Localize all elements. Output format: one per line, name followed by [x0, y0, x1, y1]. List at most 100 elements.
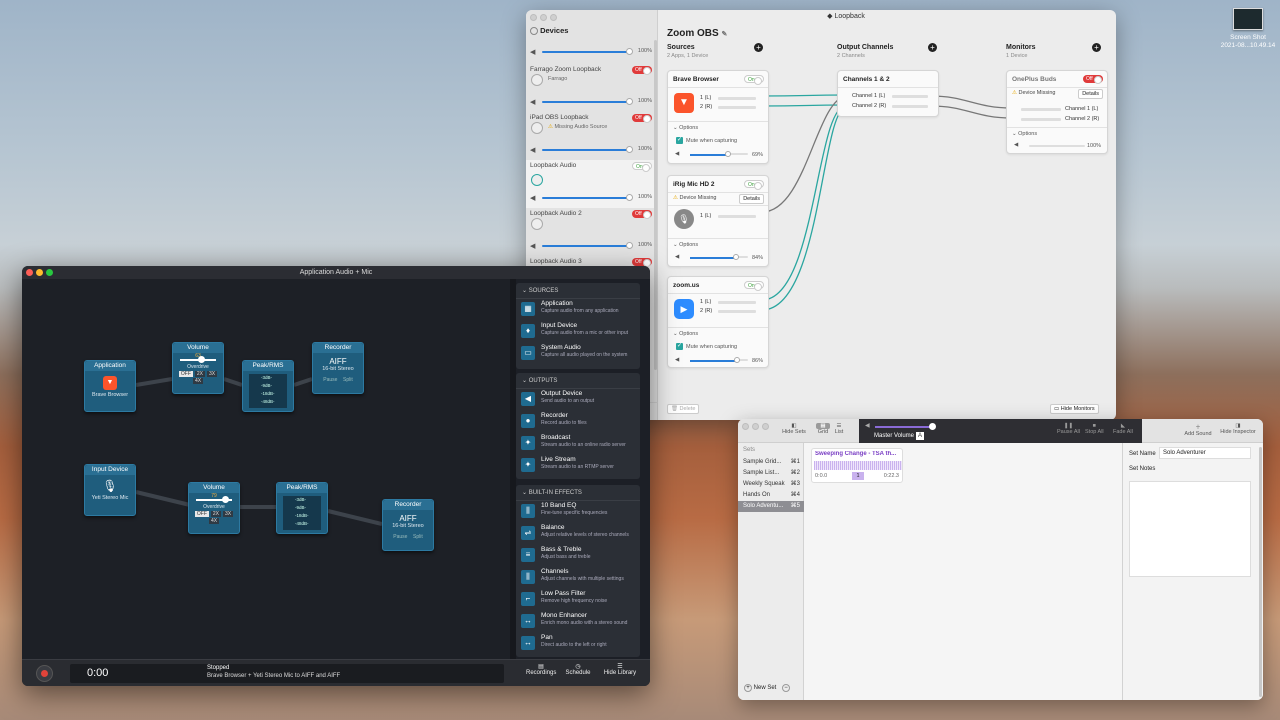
mute-checkbox[interactable]: ✓ [676, 343, 683, 350]
output-channel-card[interactable]: Channels 1 & 2 Channel 1 (L) Channel 2 (… [837, 70, 939, 117]
fade-all-button[interactable]: ◣ Fade All [1113, 423, 1133, 435]
window-title: Application Audio + Mic [22, 266, 650, 279]
channels-icon: ⫼ [521, 570, 535, 584]
set-item-selected[interactable]: Solo Adventu... ⌘5 [738, 501, 804, 512]
library-item-balance[interactable]: ⇌ Balance Adjust relative levels of stereo… [516, 523, 640, 545]
split-button[interactable]: Split [343, 377, 353, 383]
options-disclosure[interactable]: ⌄ Options [673, 125, 698, 131]
source-card-zoom[interactable]: zoom.us On ▶ 1 (L) 2 (R) ⌄ Options ✓ Mut… [667, 276, 769, 368]
inspector-panel: Set Name Solo Adventurer Set Notes [1122, 443, 1263, 700]
details-button[interactable]: Details [1078, 89, 1103, 99]
options-disclosure[interactable]: ⌄ Options [673, 242, 698, 248]
desktop-screenshot-file[interactable]: Screen Shot 2021-08...10.49.14 [1218, 8, 1278, 50]
record-button[interactable] [36, 665, 53, 682]
volume-block[interactable]: Volume 79 Overdrive OFF 2X 3X4X [188, 482, 240, 534]
set-notes-field[interactable] [1129, 481, 1251, 577]
hide-monitors-button[interactable]: ▭ Hide Monitors [1050, 404, 1099, 414]
close-button[interactable] [26, 269, 33, 276]
pan-icon: ↔ [521, 636, 535, 650]
hide-library-button[interactable]: ☰ Hide Library [600, 663, 640, 676]
options-disclosure[interactable]: ⌄ Options [673, 331, 698, 337]
library-item-recorder[interactable]: ● Recorder Record audio to files [516, 411, 640, 433]
new-set-button[interactable]: + New Set − [744, 684, 791, 692]
volume-slider[interactable] [733, 254, 739, 260]
recorder-block[interactable]: Recorder AIFF 16-bit Stereo Pause Split [312, 342, 364, 394]
pause-button[interactable]: Pause [323, 377, 337, 383]
library-item-broadcast[interactable]: ✦ Broadcast Stream audio to an online radi… [516, 433, 640, 455]
source-switch[interactable]: On [744, 180, 764, 190]
library-item-output-device[interactable]: ◀ Output Device Send audio to an output [516, 389, 640, 411]
microphone-icon: 🎙 [674, 209, 694, 229]
speaker-icon: ◀ [1014, 142, 1019, 148]
overdrive-segmented-control[interactable]: OFF 2X 3X4X [189, 510, 239, 524]
hide-inspector-button[interactable]: ◨ Hide Inspector [1218, 423, 1258, 435]
speaker-icon: ◀ [521, 392, 535, 406]
library-item-live-stream[interactable]: ✦ Live Stream Stream audio to an RTMP serv… [516, 455, 640, 477]
volume-slider[interactable] [198, 356, 205, 363]
source-card-irig[interactable]: iRig Mic HD 2 On ⚠ Device Missing Detail… [667, 175, 769, 267]
stop-all-button[interactable]: ■ Stop All [1085, 423, 1104, 435]
master-volume-slider[interactable] [929, 423, 936, 430]
peak-rms-block[interactable]: Peak/RMS -3dB- -9dB- -18dB- -48dB- [276, 482, 328, 534]
list-view-button[interactable]: ☰ List [832, 423, 846, 435]
set-item[interactable]: Hands On ⌘4 [738, 490, 804, 501]
library-item-channels[interactable]: ⫼ Channels Adjust channels with multiple s… [516, 567, 640, 589]
library-item-low-pass[interactable]: ⌐ Low Pass Filter Remove high frequency no… [516, 589, 640, 611]
library-item-application[interactable]: ▦ Application Capture audio from any appli… [516, 299, 640, 321]
library-item-input-device[interactable]: ♦ Input Device Capture audio from a mic or… [516, 321, 640, 343]
a-badge[interactable]: A [916, 432, 924, 440]
volume-slider[interactable] [222, 496, 229, 503]
peak-rms-block[interactable]: Peak/RMS -3dB- -9dB- -18dB- -48dB- [242, 360, 294, 412]
set-name-field[interactable]: Solo Adventurer [1159, 447, 1251, 459]
level-meter: -3dB- -9dB- -18dB- -48dB- [249, 374, 287, 408]
display-icon: ▭ [521, 346, 535, 360]
set-item[interactable]: Weekly Squeak ⌘3 [738, 479, 804, 490]
schedule-button[interactable]: ◷ Schedule [563, 663, 593, 676]
set-item[interactable]: Sample List... ⌘2 [738, 468, 804, 479]
session-canvas[interactable]: Application ▼ Brave Browser Volume 63 Ov… [22, 279, 512, 659]
library-item-pan[interactable]: ↔ Pan Direct audio to the left or right [516, 633, 640, 655]
application-block[interactable]: Application ▼ Brave Browser [84, 360, 136, 412]
recorder-block[interactable]: Recorder AIFF 16-bit Stereo Pause Split [382, 499, 434, 551]
close-button[interactable] [742, 423, 749, 430]
minimize-button[interactable] [752, 423, 759, 430]
volume-slider[interactable] [725, 151, 731, 157]
details-button[interactable]: Details [739, 194, 764, 204]
library-item-system-audio[interactable]: ▭ System Audio Capture all audio played on… [516, 343, 640, 365]
add-sound-button[interactable]: ＋ Add Sound [1184, 423, 1212, 437]
speaker-icon: ◀ [865, 423, 870, 429]
zoom-button[interactable] [762, 423, 769, 430]
options-disclosure[interactable]: ⌄ Options [1012, 131, 1037, 137]
source-card-brave[interactable]: Brave Browser On ▼ 1 (L) 2 (R) ⌄ Options… [667, 70, 769, 164]
monitor-card[interactable]: OnePlus Buds Off ⚠ Device Missing Detail… [1006, 70, 1108, 154]
library-item-eq[interactable]: ⫼ 10 Band EQ Fine-tune specific frequencie… [516, 501, 640, 523]
library-item-bass-treble[interactable]: ≡ Bass & Treble Adjust bass and treble [516, 545, 640, 567]
source-switch[interactable]: On [744, 281, 764, 291]
monitor-switch[interactable]: Off [1083, 75, 1103, 84]
pause-all-button[interactable]: ❚❚ Pause All [1057, 423, 1080, 435]
sound-tile[interactable]: Sweeping Change - TSA th... 0:0.0 1 0:22… [811, 448, 903, 483]
inspector-scrollbar[interactable] [1259, 447, 1262, 697]
status-detail: Brave Browser + Yeti Stereo Mic to AIFF … [207, 673, 341, 679]
recordings-button[interactable]: ▤ Recordings [526, 663, 556, 676]
sets-sidebar: Sets Sample Grid... ⌘1 Sample List... ⌘2 W… [738, 443, 804, 700]
mute-checkbox[interactable]: ✓ [676, 137, 683, 144]
library-item-mono-enhancer[interactable]: ↔ Mono Enhancer Enrich mono audio with a s… [516, 611, 640, 633]
source-switch[interactable]: On [744, 75, 764, 85]
application-icon: ▦ [521, 302, 535, 316]
delete-button[interactable]: 🗑 Delete [667, 404, 700, 414]
waveform [814, 461, 902, 470]
zoom-button[interactable] [46, 269, 53, 276]
grid-view-button[interactable]: ▦ Grid [816, 423, 830, 435]
volume-slider[interactable] [734, 357, 740, 363]
status-text: Stopped [207, 665, 230, 671]
hide-sets-button[interactable]: ◧ Hide Sets [782, 423, 806, 435]
minimize-button[interactable] [36, 269, 43, 276]
set-item[interactable]: Sample Grid... ⌘1 [738, 457, 804, 468]
split-button[interactable]: Split [413, 534, 423, 540]
file-name: Screen Shot [1230, 34, 1266, 41]
input-device-block[interactable]: Input Device 🎙 Yeti Stereo Mic [84, 464, 136, 516]
pause-button[interactable]: Pause [393, 534, 407, 540]
volume-block[interactable]: Volume 63 Overdrive OFF 2X 3X4X [172, 342, 224, 394]
overdrive-segmented-control[interactable]: OFF 2X 3X4X [173, 370, 223, 384]
